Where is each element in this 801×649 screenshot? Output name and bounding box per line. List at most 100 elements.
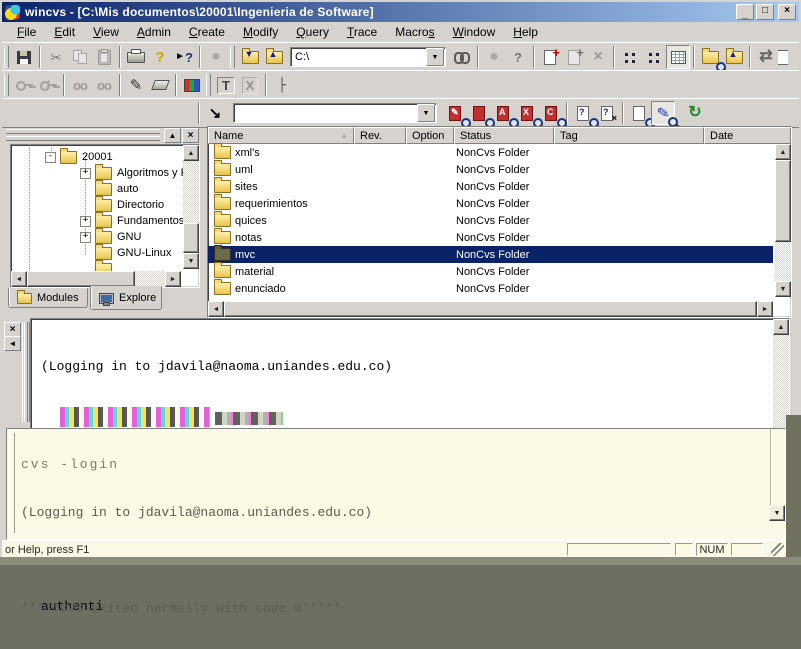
file-row[interactable]: xml'sNonCvs Folder: [208, 144, 773, 161]
console-grip[interactable]: [9, 433, 15, 533]
update-button[interactable]: oo: [68, 73, 92, 97]
unedit-file-button[interactable]: [148, 73, 172, 97]
file-row[interactable]: enunciadoNonCvs Folder: [208, 280, 773, 297]
tree-item[interactable]: GNU-Linux: [11, 245, 199, 261]
filter-added-button[interactable]: [467, 101, 491, 125]
clipped-toolbar-button[interactable]: [778, 45, 788, 69]
scroll-up-button[interactable]: ▲: [183, 145, 199, 161]
reload-view-button[interactable]: ↻: [683, 101, 707, 125]
filter-conflict-button[interactable]: X: [515, 101, 539, 125]
file-row-selected[interactable]: mvcNonCvs Folder: [208, 246, 773, 263]
console-vscrollbar[interactable]: ▲: [773, 319, 789, 429]
cut-button[interactable]: ✂: [44, 45, 68, 69]
app-icon[interactable]: [5, 5, 20, 20]
stop-command-button[interactable]: ●: [204, 45, 228, 69]
console-collapse-button[interactable]: ◄: [4, 336, 21, 351]
path-combobox-dropdown[interactable]: ▼: [426, 48, 444, 66]
list-hscrollbar[interactable]: ◄ ►: [208, 301, 773, 317]
menu-help[interactable]: Help: [504, 23, 547, 41]
menu-window[interactable]: Window: [444, 23, 505, 41]
tree-hscrollbar[interactable]: ◄ ►: [11, 271, 181, 287]
add-file-button[interactable]: +: [538, 45, 562, 69]
menu-admin[interactable]: Admin: [128, 23, 180, 41]
resize-grip[interactable]: [771, 543, 784, 556]
command-help-button[interactable]: ?: [506, 45, 530, 69]
scroll-down-button[interactable]: ▼: [775, 281, 791, 297]
column-header-rev[interactable]: Rev.: [354, 127, 406, 144]
menu-trace[interactable]: Trace: [338, 23, 386, 41]
filter-recursive-button[interactable]: ✎: [651, 101, 675, 125]
file-row[interactable]: materialNonCvs Folder: [208, 263, 773, 280]
scroll-down-button[interactable]: ▼: [769, 505, 785, 521]
filter-changed-button[interactable]: C: [539, 101, 563, 125]
column-header-option[interactable]: Option: [406, 127, 454, 144]
scroll-up-button[interactable]: ▲: [773, 319, 789, 335]
browse-location-button[interactable]: [450, 45, 474, 69]
menu-query[interactable]: Query: [287, 23, 338, 41]
tree-item[interactable]: -20001: [11, 149, 199, 165]
trace-button[interactable]: [180, 73, 204, 97]
file-row[interactable]: quicesNonCvs Folder: [208, 212, 773, 229]
tree-item[interactable]: +GNU: [11, 229, 199, 245]
column-header-tag[interactable]: Tag: [554, 127, 704, 144]
up-one-level-button[interactable]: ▲: [722, 45, 746, 69]
scroll-right-button[interactable]: ►: [165, 271, 181, 287]
scroll-up-button[interactable]: ▲: [775, 144, 791, 160]
edit-file-button[interactable]: ✎: [124, 73, 148, 97]
recursive-view-button[interactable]: [642, 45, 666, 69]
column-header-name[interactable]: Name ▲: [208, 127, 354, 144]
scroll-thumb[interactable]: [27, 271, 135, 287]
minimize-button[interactable]: _: [736, 4, 754, 20]
file-row[interactable]: requerimientosNonCvs Folder: [208, 195, 773, 212]
login-button[interactable]: [12, 73, 36, 97]
macro-combobox[interactable]: ▼: [233, 103, 437, 123]
scroll-left-button[interactable]: ◄: [11, 271, 27, 287]
graph-view-button[interactable]: ├: [270, 73, 294, 97]
tree-minus-toggle[interactable]: -: [45, 152, 56, 163]
macro-combobox-dropdown[interactable]: ▼: [417, 104, 435, 122]
flat-view-button[interactable]: [618, 45, 642, 69]
scroll-track[interactable]: [135, 271, 165, 287]
scroll-thumb[interactable]: [775, 160, 791, 242]
import-module-button[interactable]: ▲: [262, 45, 286, 69]
scroll-thumb[interactable]: [224, 301, 757, 317]
filter-hide-unknown-button[interactable]: ?×: [595, 101, 619, 125]
toolbar-grip[interactable]: [206, 74, 211, 96]
save-button[interactable]: [12, 45, 36, 69]
console-grip[interactable]: [24, 322, 28, 422]
filter-removed-button[interactable]: A: [491, 101, 515, 125]
list-vscrollbar[interactable]: ▲ ▼: [775, 144, 791, 297]
menu-modify[interactable]: Modify: [234, 23, 287, 41]
toolbar-grip[interactable]: [4, 74, 9, 96]
copy-button[interactable]: [68, 45, 92, 69]
menu-macros[interactable]: Macros: [386, 23, 443, 41]
menu-edit[interactable]: Edit: [45, 23, 84, 41]
logout-button[interactable]: /: [36, 73, 60, 97]
stop-cvs-button[interactable]: ●: [482, 45, 506, 69]
filter-unknown-button[interactable]: ?: [571, 101, 595, 125]
tree-plus-toggle[interactable]: +: [80, 216, 91, 227]
tree-item[interactable]: +Algoritmos y F: [11, 165, 199, 181]
checkout-module-button[interactable]: ▼: [238, 45, 262, 69]
detail-view-button[interactable]: [666, 45, 690, 69]
column-header-status[interactable]: Status: [454, 127, 554, 144]
toolbar-grip[interactable]: [230, 46, 235, 68]
close-button[interactable]: ×: [778, 4, 796, 20]
tree-plus-toggle[interactable]: +: [80, 232, 91, 243]
file-row[interactable]: notasNonCvs Folder: [208, 229, 773, 246]
tree-item[interactable]: auto: [11, 181, 199, 197]
console-close-button[interactable]: ×: [4, 322, 21, 337]
column-header-date[interactable]: Date: [704, 127, 791, 144]
tree-plus-toggle[interactable]: +: [80, 168, 91, 179]
tab-explore[interactable]: Explore: [90, 286, 162, 310]
scroll-down-button[interactable]: ▼: [183, 253, 199, 269]
help-button[interactable]: ?: [148, 45, 172, 69]
scroll-track[interactable]: [183, 161, 199, 223]
file-row[interactable]: umlNonCvs Folder: [208, 161, 773, 178]
scroll-track[interactable]: [775, 242, 791, 281]
swap-view-button[interactable]: ⇄: [754, 45, 778, 69]
scroll-thumb[interactable]: [183, 223, 199, 253]
scroll-right-button[interactable]: ►: [757, 301, 773, 317]
print-button[interactable]: [124, 45, 148, 69]
tree-item[interactable]: Directorio: [11, 197, 199, 213]
